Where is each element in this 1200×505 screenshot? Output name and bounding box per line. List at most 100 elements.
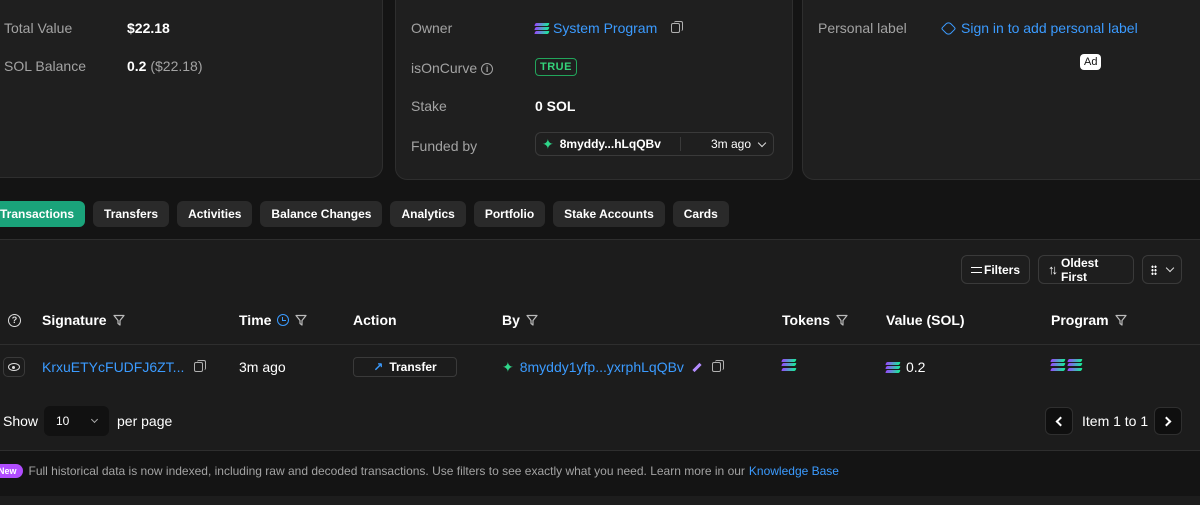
chevron-right-icon	[1161, 416, 1172, 426]
stake-label: Stake	[411, 98, 447, 114]
next-page-button[interactable]	[1154, 407, 1182, 435]
knowledge-base-link[interactable]: Knowledge Base	[749, 464, 839, 478]
pencil-icon[interactable]	[692, 362, 702, 372]
funded-by-time[interactable]: 3m ago	[681, 137, 767, 151]
tab-cards[interactable]: Cards	[672, 201, 729, 227]
owner-label: Owner	[411, 20, 453, 36]
ad-badge[interactable]: Ad	[1080, 54, 1102, 70]
clock-icon[interactable]	[277, 314, 290, 326]
table-row-tokens[interactable]	[781, 359, 797, 370]
solana-logo-icon[interactable]	[781, 359, 797, 370]
chevron-down-icon	[757, 138, 767, 147]
notice-text: Full historical data is now indexed, inc…	[28, 464, 745, 478]
sort-icon: ↑↓	[1048, 262, 1058, 277]
tag-icon	[940, 20, 957, 36]
sort-label: Oldest First	[1061, 255, 1099, 284]
help-icon[interactable]: ?	[8, 314, 21, 327]
column-tokens: Tokens	[782, 312, 848, 328]
is-on-curve-label: isOnCurve i	[411, 60, 494, 76]
info-icon[interactable]: i	[481, 63, 494, 76]
table-row-time: 3m ago	[239, 359, 286, 375]
column-signature: Signature	[42, 312, 125, 328]
table-row-by[interactable]: ✦ 8myddy1yfp...yxrphLqQBv	[502, 359, 724, 375]
table-row-signature[interactable]: KrxuETYcFUDFJ6ZT...	[42, 359, 207, 375]
sol-balance-amount: 0.2	[127, 58, 147, 74]
columns-menu-button[interactable]	[1142, 255, 1182, 284]
arrow-up-right-icon: ↗	[373, 360, 384, 374]
tab-analytics[interactable]: Analytics	[390, 201, 466, 227]
value-amount: 0.2	[906, 359, 926, 375]
spark-icon: ✦	[542, 136, 554, 152]
per-page-label: per page	[117, 413, 173, 429]
table-row-program[interactable]	[1050, 359, 1083, 370]
column-signature-label: Signature	[42, 312, 107, 328]
signature-link[interactable]: KrxuETYcFUDFJ6ZT...	[42, 359, 184, 375]
filter-icon[interactable]	[1114, 314, 1127, 326]
pagination-info: Item 1 to 1	[1082, 413, 1149, 429]
previous-page-button[interactable]	[1045, 407, 1073, 435]
column-value: Value (SOL)	[886, 312, 965, 328]
solana-logo-icon	[534, 22, 550, 34]
is-on-curve-text: isOnCurve	[411, 60, 478, 76]
owner-link[interactable]: System Program	[553, 20, 657, 36]
total-value-label: Total Value	[4, 20, 73, 36]
filters-button[interactable]: Filters	[961, 255, 1030, 284]
chevron-left-icon	[1055, 416, 1066, 426]
funded-by-time-text: 3m ago	[711, 137, 752, 151]
solana-logo-icon[interactable]	[1050, 359, 1066, 370]
spark-icon: ✦	[502, 359, 514, 375]
tab-portfolio[interactable]: Portfolio	[473, 201, 546, 227]
copy-icon[interactable]	[671, 21, 684, 33]
sort-button[interactable]: ↑↓ Oldest First	[1038, 255, 1134, 284]
by-address-link[interactable]: 8myddy1yfp...yxrphLqQBv	[520, 359, 684, 375]
new-badge: New	[0, 464, 23, 478]
column-by: By	[502, 312, 538, 328]
sol-balance: 0.2 ($22.18)	[127, 58, 203, 74]
chevron-down-icon	[90, 415, 99, 424]
sign-in-link[interactable]: Sign in to add personal label	[940, 20, 1138, 36]
filter-icon[interactable]	[526, 314, 538, 326]
filter-icon[interactable]	[836, 314, 848, 326]
action-badge[interactable]: ↗ Transfer	[353, 357, 457, 377]
page-size-select[interactable]: 10	[44, 406, 109, 436]
header-divider	[0, 344, 1200, 345]
eye-icon[interactable]	[3, 357, 25, 377]
column-tokens-label: Tokens	[782, 312, 830, 328]
tab-activities[interactable]: Activities	[177, 201, 253, 227]
copy-icon[interactable]	[711, 360, 724, 372]
solana-logo-icon[interactable]	[1067, 359, 1083, 370]
column-program-label: Program	[1051, 312, 1109, 328]
sol-balance-usd: ($22.18)	[150, 58, 203, 74]
tab-bar: Transactions Transfers Activities Balanc…	[0, 201, 729, 227]
column-time: Time	[239, 312, 308, 328]
column-time-label: Time	[239, 312, 272, 328]
funded-by-address-text: 8myddy...hLqQBv	[559, 137, 661, 151]
tab-transfers[interactable]: Transfers	[93, 201, 170, 227]
tab-balance-changes[interactable]: Balance Changes	[260, 201, 383, 227]
filter-icon[interactable]	[112, 314, 125, 326]
copy-icon[interactable]	[194, 360, 207, 372]
page-size-value: 10	[56, 414, 70, 428]
notice-banner: New Full historical data is now indexed,…	[0, 464, 839, 478]
column-by-label: By	[502, 312, 520, 328]
filter-icon[interactable]	[295, 314, 308, 326]
owner-value[interactable]: System Program	[534, 20, 684, 36]
action-label: Transfer	[389, 360, 437, 374]
sign-in-link-text: Sign in to add personal label	[961, 20, 1138, 36]
show-label: Show	[3, 413, 39, 429]
solana-logo-icon	[885, 361, 901, 373]
tab-stake-accounts[interactable]: Stake Accounts	[553, 201, 665, 227]
column-action: Action	[353, 312, 397, 328]
funded-by-box[interactable]: ✦ 8myddy...hLqQBv 3m ago	[535, 132, 774, 156]
sliders-icon	[971, 265, 982, 275]
tab-transactions[interactable]: Transactions	[0, 201, 86, 227]
total-value: $22.18	[127, 20, 170, 36]
filters-label: Filters	[983, 262, 1020, 277]
sol-balance-label: SOL Balance	[4, 58, 86, 74]
stake-value: 0 SOL	[535, 98, 576, 114]
is-on-curve-badge: TRUE	[535, 58, 577, 76]
funded-by-address[interactable]: ✦ 8myddy...hLqQBv	[536, 137, 681, 151]
chevron-down-icon	[1165, 263, 1175, 273]
table-row-value: 0.2	[885, 359, 926, 375]
personal-label: Personal label	[818, 20, 907, 36]
